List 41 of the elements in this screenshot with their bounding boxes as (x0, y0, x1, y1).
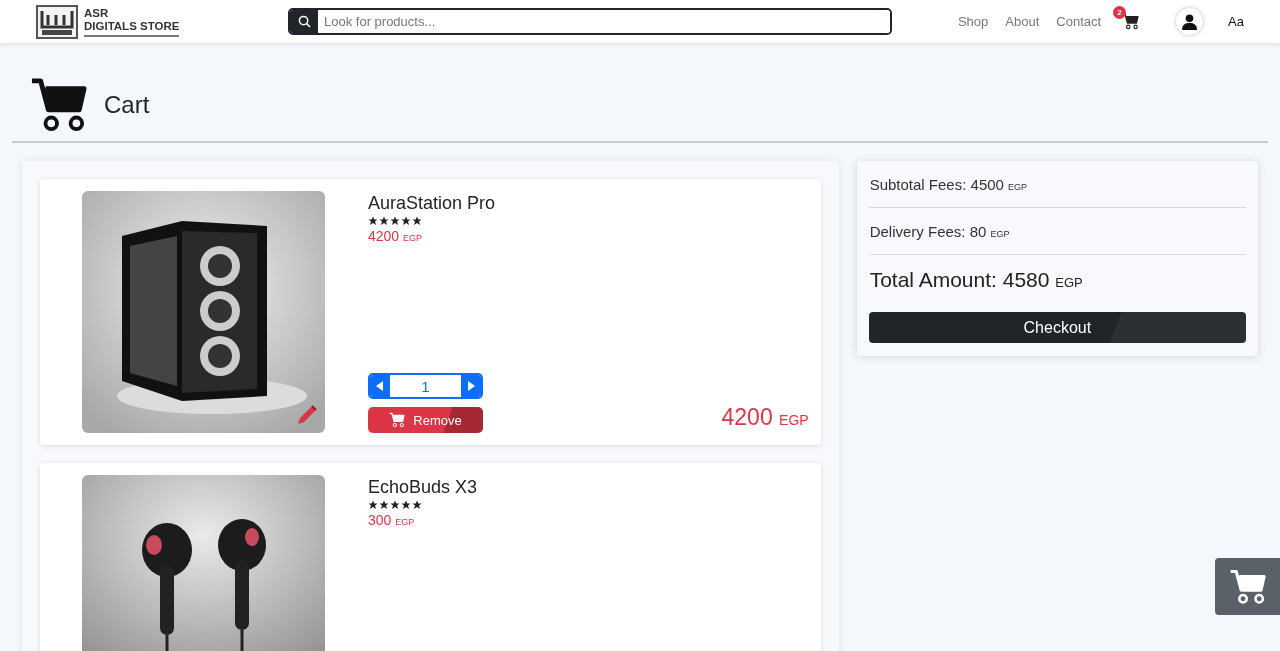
quantity-stepper[interactable]: 1 (368, 373, 483, 399)
cart-count-badge: 2 (1113, 6, 1127, 19)
nav-link[interactable]: Contact (1056, 14, 1102, 29)
total-amount-text: Total Amount: 4580 EGP (868, 267, 1084, 293)
subtotal-text: Subtotal Fees: 4500 EGP (868, 161, 1246, 208)
cart-icon (1228, 568, 1267, 605)
star-icon (390, 500, 400, 510)
product-name: AuraStation Pro (368, 193, 497, 214)
product-price: 300 EGP (368, 512, 416, 528)
floating-cart-button[interactable] (1215, 558, 1280, 615)
star-icon (390, 216, 400, 226)
nav-link[interactable]: Shop (957, 14, 989, 29)
page-title: Cart (104, 91, 150, 119)
increase-icon[interactable] (467, 381, 475, 391)
brand-name: DIGITALS STORE (84, 19, 180, 33)
language-button[interactable]: Aa (1228, 14, 1244, 29)
star-icon (379, 216, 389, 226)
star-icon (401, 500, 411, 510)
star-icon (368, 500, 378, 510)
brand-name: ASR (84, 6, 110, 20)
line-total: 4200 EGP (721, 404, 809, 431)
product-price: 4200 EGP (368, 228, 424, 244)
search-icon (297, 15, 311, 28)
star-icon (412, 216, 422, 226)
remove-button[interactable]: Remove (368, 407, 483, 433)
star-icon (368, 216, 378, 226)
checkout-button[interactable]: Checkout (868, 312, 1246, 343)
cart-icon (30, 77, 88, 133)
search-field[interactable]: Look for products... (288, 8, 892, 35)
star-icon (379, 500, 389, 510)
star-icon (412, 500, 422, 510)
user-icon (1181, 13, 1199, 30)
cart-icon (389, 412, 406, 428)
delivery-fee-text: Delivery Fees: 80 EGP (868, 208, 1246, 255)
cart-icon[interactable] (1122, 13, 1140, 30)
star-icon (401, 216, 411, 226)
decrease-icon[interactable] (376, 381, 384, 391)
nav-link[interactable]: About (1005, 14, 1040, 29)
product-name: EchoBuds X3 (368, 477, 479, 498)
account-button[interactable] (1176, 8, 1204, 35)
logo-icon (36, 4, 78, 39)
